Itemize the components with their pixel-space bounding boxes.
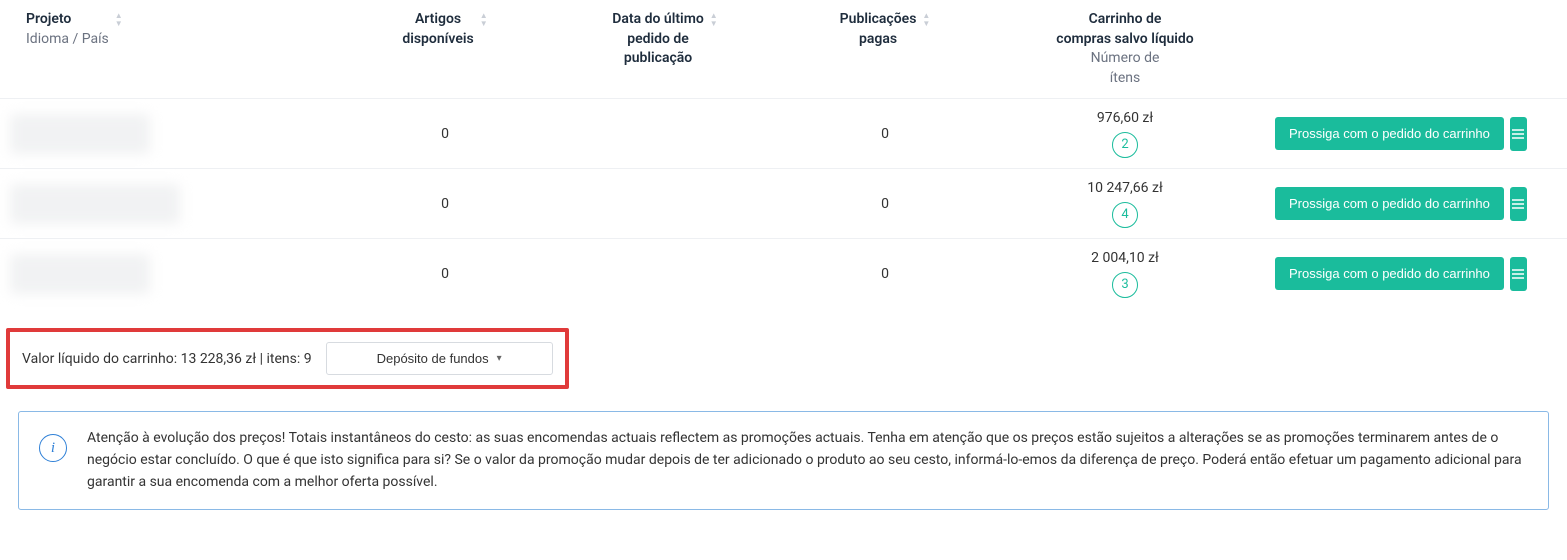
col-cart-sub2: Número de — [1056, 49, 1193, 69]
sort-icon[interactable]: ▲▼ — [922, 10, 930, 28]
column-header-articles[interactable]: Artigos disponíveis ▲▼ — [345, 10, 545, 88]
col-date-sub1: pedido de — [612, 30, 704, 50]
cart-price: 2 004,10 zł — [1091, 250, 1159, 266]
table-row: 0 0 2 004,10 zł 3 Prossiga com o pedido … — [0, 238, 1567, 308]
cell-cart: 10 247,66 zł 4 — [985, 170, 1265, 238]
cart-summary-bar: Valor líquido do carrinho: 13 228,36 zł … — [6, 328, 569, 389]
summary-items: 9 — [304, 351, 312, 367]
cell-action: Prossiga com o pedido do carrinho — [1265, 177, 1545, 231]
col-cart-sub3: ítens — [1056, 69, 1193, 89]
cart-summary-text: Valor líquido do carrinho: 13 228,36 zł … — [22, 351, 312, 367]
cell-project — [0, 244, 345, 304]
hamburger-icon — [1510, 126, 1526, 142]
cell-project — [0, 174, 345, 234]
column-header-date[interactable]: Data do último pedido de publicação ▲▼ — [545, 10, 785, 88]
deposit-funds-button[interactable]: Depósito de fundos ▾ — [326, 342, 553, 375]
cell-cart: 2 004,10 zł 3 — [985, 240, 1265, 308]
info-text: Atenção à evolução dos preços! Totais in… — [87, 428, 1528, 493]
table-body: 0 0 976,60 zł 2 Prossiga com o pedido do… — [0, 98, 1567, 308]
info-icon: i — [39, 434, 67, 462]
cell-action: Prossiga com o pedido do carrinho — [1265, 247, 1545, 301]
cart-items-badge[interactable]: 2 — [1112, 132, 1138, 158]
cell-pubs: 0 — [785, 116, 985, 152]
cart-items-badge[interactable]: 4 — [1112, 202, 1138, 228]
col-project-title: Projeto — [26, 10, 109, 30]
price-info-alert: i Atenção à evolução dos preços! Totais … — [18, 411, 1549, 510]
cell-pubs: 0 — [785, 186, 985, 222]
redacted-project — [10, 184, 180, 224]
deposit-label: Depósito de fundos — [377, 351, 489, 366]
cell-articles: 0 — [345, 256, 545, 292]
summary-value: 13 228,36 zł — [181, 351, 257, 367]
column-header-pubs[interactable]: Publicações pagas ▲▼ — [785, 10, 985, 88]
row-menu-button[interactable] — [1510, 257, 1527, 291]
cart-items-badge[interactable]: 3 — [1112, 272, 1138, 298]
redacted-project — [10, 114, 150, 154]
row-menu-button[interactable] — [1510, 187, 1527, 221]
cell-articles: 0 — [345, 116, 545, 152]
chevron-down-icon: ▾ — [497, 353, 502, 364]
cell-action: Prossiga com o pedido do carrinho — [1265, 107, 1545, 161]
row-menu-button[interactable] — [1510, 117, 1527, 151]
cell-cart: 976,60 zł 2 — [985, 100, 1265, 168]
cell-articles: 0 — [345, 186, 545, 222]
projects-table: Projeto Idioma / País ▲▼ Artigos disponí… — [0, 0, 1567, 308]
sort-icon[interactable]: ▲▼ — [710, 10, 718, 28]
cell-date — [545, 264, 785, 284]
table-row: 0 0 10 247,66 zł 4 Prossiga com o pedido… — [0, 168, 1567, 238]
col-pubs-title: Publicações — [840, 10, 917, 30]
col-date-title: Data do último — [612, 10, 704, 30]
cell-pubs: 0 — [785, 256, 985, 292]
hamburger-icon — [1510, 196, 1526, 212]
proceed-cart-button[interactable]: Prossiga com o pedido do carrinho — [1275, 117, 1504, 150]
table-header: Projeto Idioma / País ▲▼ Artigos disponí… — [0, 0, 1567, 98]
cart-price: 976,60 zł — [1097, 110, 1153, 126]
col-articles-subtitle: disponíveis — [402, 30, 473, 50]
column-header-cart[interactable]: Carrinho de compras salvo líquido Número… — [985, 10, 1265, 88]
col-articles-title: Artigos — [402, 10, 473, 30]
column-header-action — [1265, 10, 1545, 88]
proceed-cart-button[interactable]: Prossiga com o pedido do carrinho — [1275, 187, 1504, 220]
column-header-project[interactable]: Projeto Idioma / País ▲▼ — [0, 10, 345, 88]
proceed-cart-button[interactable]: Prossiga com o pedido do carrinho — [1275, 257, 1504, 290]
hamburger-icon — [1510, 266, 1526, 282]
summary-prefix: Valor líquido do carrinho: — [22, 351, 181, 367]
sort-icon[interactable]: ▲▼ — [480, 10, 488, 28]
col-project-subtitle: Idioma / País — [26, 30, 109, 50]
cart-price: 10 247,66 zł — [1087, 180, 1163, 196]
cell-project — [0, 104, 345, 164]
sort-icon[interactable]: ▲▼ — [115, 10, 123, 28]
col-date-sub2: publicação — [612, 49, 704, 69]
cell-date — [545, 124, 785, 144]
col-cart-title: Carrinho de — [1056, 10, 1193, 30]
col-cart-sub1: compras salvo líquido — [1056, 30, 1193, 50]
table-row: 0 0 976,60 zł 2 Prossiga com o pedido do… — [0, 98, 1567, 168]
redacted-project — [10, 254, 150, 294]
col-pubs-subtitle: pagas — [840, 30, 917, 50]
cell-date — [545, 194, 785, 214]
summary-items-prefix: | itens: — [256, 351, 304, 367]
